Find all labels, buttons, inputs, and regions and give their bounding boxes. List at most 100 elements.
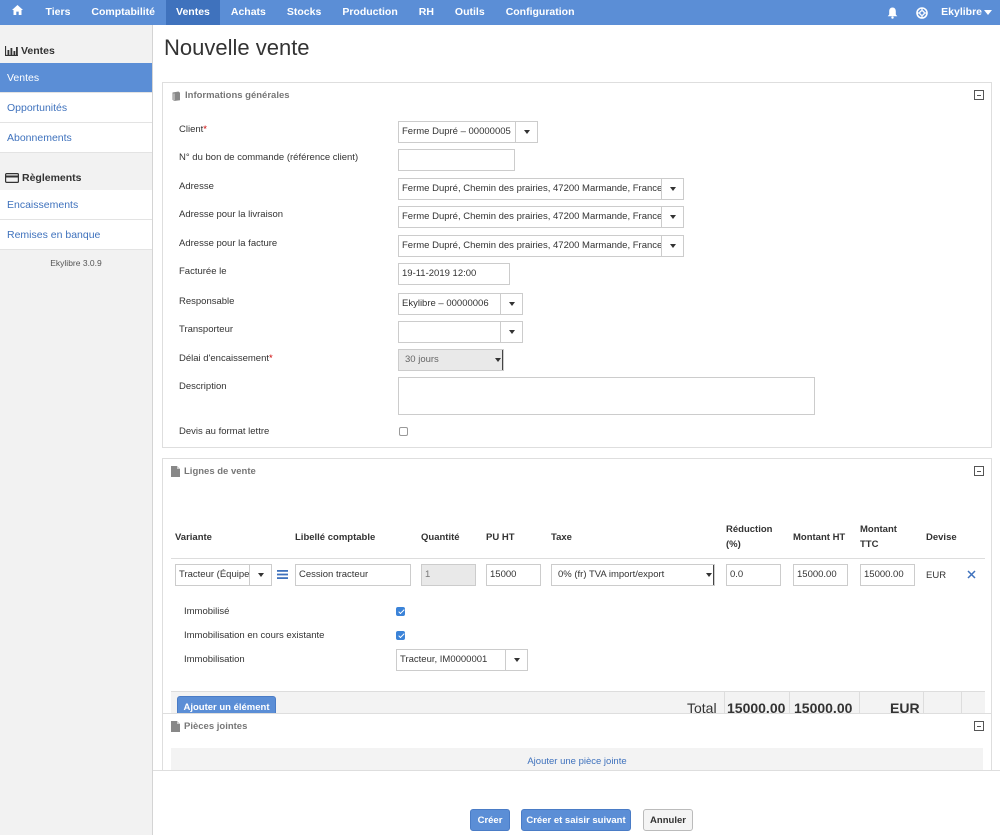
credit-card-icon <box>5 172 19 183</box>
fixed-asset-select[interactable]: Tracteur, IM0000001 <box>396 649 528 671</box>
sidebar-section-reglements: Règlements <box>0 165 152 190</box>
invoiced-at-label: Facturée le <box>179 266 227 277</box>
chevron-down-icon <box>500 294 522 314</box>
letter-format-label: Devis au format lettre <box>179 426 270 437</box>
user-name: Ekylibre <box>941 6 982 18</box>
letter-format-checkbox[interactable] <box>399 427 408 436</box>
col-reduction: Réduction (%) <box>726 524 773 550</box>
sidebar-item-encaissements[interactable]: Encaissements <box>0 190 152 220</box>
user-menu[interactable]: Ekylibre <box>937 0 1000 25</box>
col-quantity: Quantité <box>421 532 460 543</box>
amount-ttc-input[interactable]: 15000.00 <box>860 564 915 586</box>
notifications-button[interactable] <box>877 0 907 25</box>
bell-icon <box>887 7 897 19</box>
chevron-down-icon <box>661 179 683 199</box>
panel-header: Lignes de vente <box>163 459 991 484</box>
nav-stocks[interactable]: Stocks <box>276 0 331 25</box>
unit-price-input[interactable]: 15000 <box>486 564 541 586</box>
nav-rh[interactable]: RH <box>408 0 444 25</box>
amount-ht-input[interactable]: 15000.00 <box>793 564 848 586</box>
document-icon <box>171 721 180 732</box>
delivery-address-label: Adresse pour la livraison <box>179 209 284 220</box>
fixed-asset-label: Immobilisation <box>184 654 245 665</box>
payment-delay-select[interactable]: 30 jours <box>398 349 504 371</box>
collapse-lines-button[interactable] <box>974 466 984 476</box>
panel-header: Pièces jointes <box>163 714 991 739</box>
list-icon[interactable] <box>277 570 288 582</box>
chevron-down-icon <box>515 122 537 142</box>
collapse-attachments-button[interactable] <box>974 721 984 731</box>
client-select[interactable]: Ferme Dupré – 00000005 <box>398 121 538 143</box>
create-next-button[interactable]: Créer et saisir suivant <box>521 809 631 831</box>
reduction-input[interactable]: 0.0 <box>726 564 781 586</box>
sidebar: Ventes Ventes Opportunités Abonnements R… <box>0 25 153 835</box>
home-button[interactable] <box>0 0 35 25</box>
transporter-select[interactable] <box>398 321 523 343</box>
col-label: Libellé comptable <box>295 532 376 543</box>
responsible-select[interactable]: Ekylibre – 00000006 <box>398 293 523 315</box>
close-icon <box>967 570 976 579</box>
sidebar-item-opportunites[interactable]: Opportunités <box>0 93 152 123</box>
cancel-button[interactable]: Annuler <box>643 809 693 831</box>
delivery-address-select[interactable]: Ferme Dupré, Chemin des prairies, 47200 … <box>398 206 684 228</box>
accounting-label-input[interactable]: Cession tracteur <box>295 564 411 586</box>
invoice-address-select[interactable]: Ferme Dupré, Chemin des prairies, 47200 … <box>398 235 684 257</box>
client-label: Client* <box>179 124 207 135</box>
form-actions: Créer Créer et saisir suivant Annuler <box>153 770 1000 835</box>
top-navbar: Tiers Comptabilité Ventes Achats Stocks … <box>0 0 1000 25</box>
address-label: Adresse <box>179 181 214 192</box>
collapse-general-button[interactable] <box>974 90 984 100</box>
po-input[interactable] <box>398 149 515 171</box>
invoice-address-label: Adresse pour la facture <box>179 238 278 249</box>
chevron-down-icon <box>494 350 503 370</box>
tax-select[interactable]: 0% (fr) TVA import/export <box>551 564 715 586</box>
nav-tiers[interactable]: Tiers <box>35 0 81 25</box>
chevron-down-icon <box>661 207 683 227</box>
remove-line-button[interactable] <box>967 570 976 582</box>
currency-value: EUR <box>926 570 947 581</box>
quantity-input[interactable]: 1 <box>421 564 476 586</box>
sidebar-item-ventes[interactable]: Ventes <box>0 63 152 93</box>
nav-production[interactable]: Production <box>332 0 408 25</box>
book-icon <box>172 91 180 101</box>
create-button[interactable]: Créer <box>470 809 510 831</box>
address-select[interactable]: Ferme Dupré, Chemin des prairies, 47200 … <box>398 178 684 200</box>
page-title: Nouvelle vente <box>164 35 310 60</box>
nav-comptabilite[interactable]: Comptabilité <box>81 0 166 25</box>
nav-configuration[interactable]: Configuration <box>495 0 585 25</box>
chevron-down-icon <box>505 650 527 670</box>
chevron-down-icon <box>705 565 714 585</box>
panel-header: Informations générales <box>163 83 991 108</box>
col-amount-ht: Montant HT <box>793 532 846 543</box>
existing-asset-checkbox[interactable] <box>396 631 405 640</box>
nav-outils[interactable]: Outils <box>444 0 495 25</box>
existing-asset-label: Immobilisation en cours existante <box>184 630 325 641</box>
description-label: Description <box>179 381 227 392</box>
variant-select[interactable]: Tracteur (Équipe <box>175 564 272 586</box>
payment-delay-label: Délai d'encaissement* <box>179 353 273 364</box>
immobilise-label: Immobilisé <box>184 606 230 617</box>
responsible-label: Responsable <box>179 296 235 307</box>
immobilise-checkbox[interactable] <box>396 607 405 616</box>
description-textarea[interactable] <box>398 377 815 415</box>
chevron-down-icon <box>249 565 271 585</box>
col-variant: Variante <box>175 532 212 543</box>
col-tax: Taxe <box>551 532 572 543</box>
sidebar-item-abonnements[interactable]: Abonnements <box>0 123 152 153</box>
nav-achats[interactable]: Achats <box>220 0 276 25</box>
col-amount-ttc: Montant TTC <box>860 524 897 550</box>
invoiced-at-input[interactable]: 19-11-2019 12:00 <box>398 263 510 285</box>
main-content: Nouvelle vente Informations générales Cl… <box>153 25 1000 835</box>
document-icon <box>171 466 180 477</box>
bar-chart-icon <box>5 45 18 56</box>
app-version: Ekylibre 3.0.9 <box>50 258 102 268</box>
nav-ventes[interactable]: Ventes <box>165 0 221 25</box>
po-label: N° du bon de commande (référence client) <box>179 152 359 163</box>
transporter-label: Transporteur <box>179 324 234 335</box>
sidebar-section-ventes: Ventes <box>0 38 152 63</box>
sidebar-item-remises-banque[interactable]: Remises en banque <box>0 220 152 250</box>
general-info-panel: Informations générales Client* Ferme Dup… <box>162 82 992 448</box>
home-icon <box>12 5 23 15</box>
caret-down-icon <box>984 9 992 15</box>
help-button[interactable] <box>907 0 937 25</box>
